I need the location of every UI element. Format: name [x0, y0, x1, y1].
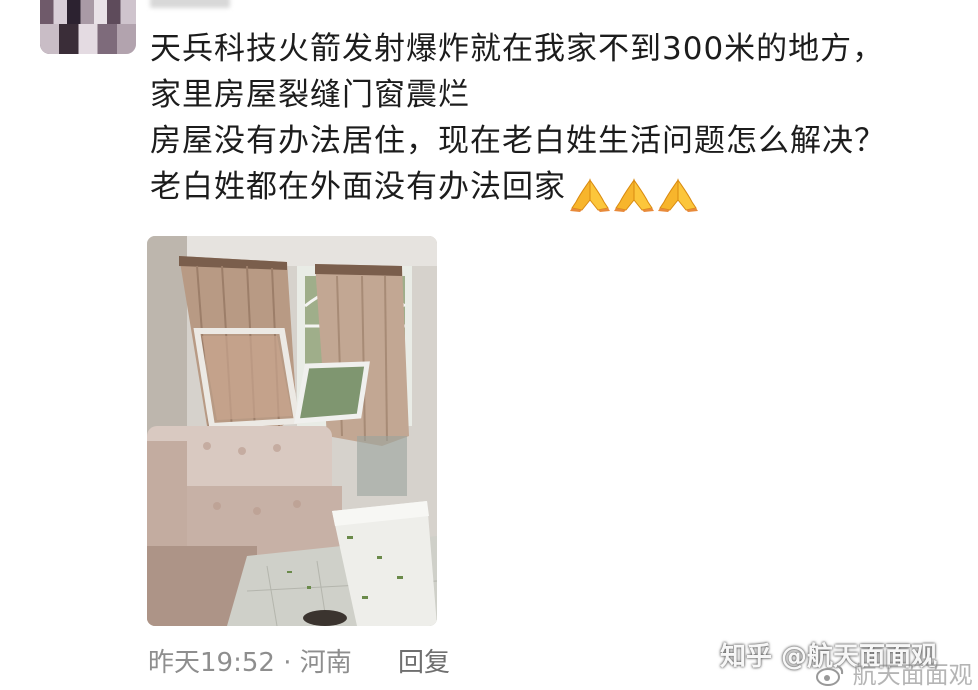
post-line-2: 家里房屋裂缝门窗震烂	[150, 77, 470, 113]
watermark-text-2: 航天面面观	[852, 661, 973, 689]
emoji-row	[566, 170, 698, 216]
folded-hands-icon	[570, 177, 610, 212]
damaged-room-image	[147, 236, 437, 626]
reply-button[interactable]: 回复	[398, 648, 450, 678]
post-line-1: 天兵科技火箭发射爆炸就在我家不到300米的地方，	[150, 31, 885, 67]
weibo-icon	[816, 665, 844, 686]
post-line-3: 房屋没有办法居住，现在老白姓生活问题怎么解决？	[150, 123, 886, 159]
folded-hands-icon	[658, 177, 698, 212]
comment-meta: 昨天19:52 · 河南 回复	[148, 642, 450, 679]
username-blurred[interactable]	[150, 0, 230, 8]
post-photo[interactable]	[147, 236, 437, 626]
post-text: 天兵科技火箭发射爆炸就在我家不到300米的地方， 家里房屋裂缝门窗震烂 房屋没有…	[150, 26, 970, 216]
time-location: 昨天19:52 · 河南	[148, 648, 352, 678]
avatar[interactable]	[40, 0, 136, 54]
post-line-4: 老白姓都在外面没有办法回家	[150, 164, 970, 216]
weibo-watermark: 航天面面观	[815, 655, 973, 690]
folded-hands-icon	[614, 177, 654, 212]
post-line-4-text: 老白姓都在外面没有办法回家	[150, 169, 566, 205]
